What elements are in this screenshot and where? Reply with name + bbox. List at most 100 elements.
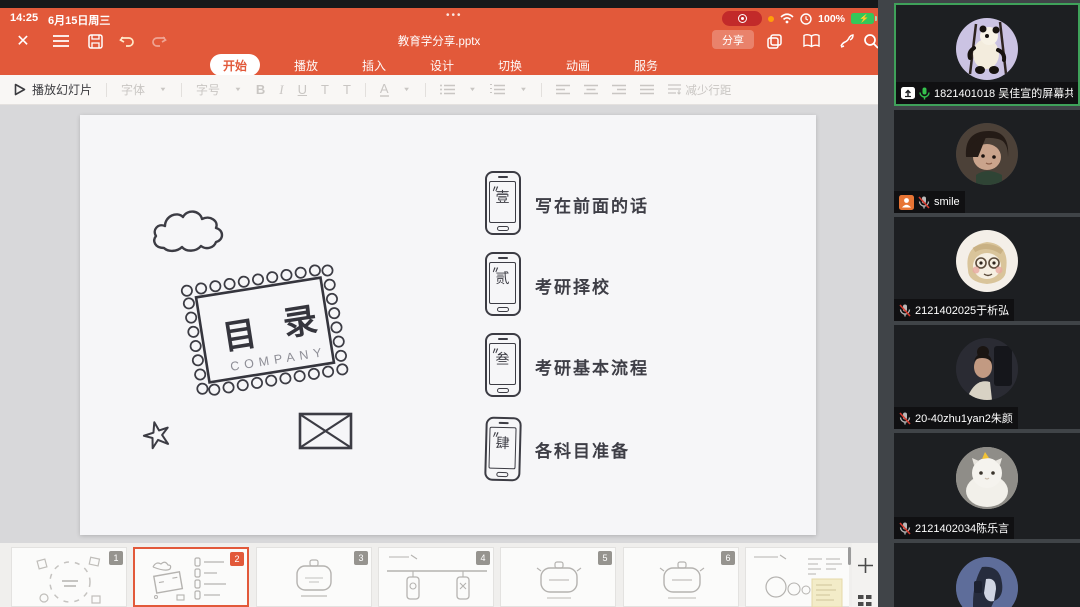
wifi-icon [780, 13, 794, 24]
slide-thumbnail-1[interactable]: 1 [11, 547, 127, 607]
toc-number: 肆 [495, 434, 510, 452]
tab-play[interactable]: 播放 [284, 55, 328, 76]
slide-sorter-icon[interactable] [858, 595, 872, 606]
envelope-doodle[interactable] [298, 411, 354, 451]
tab-service[interactable]: 服务 [624, 55, 668, 76]
add-slide-icon[interactable] [857, 557, 874, 574]
avatar [956, 447, 1018, 509]
participant-tile-1[interactable]: 1821401018 吴佳宣的屏幕共... [894, 3, 1080, 106]
phone-speaker-icon [498, 176, 508, 178]
toc-label-1[interactable]: 写在前面的话 [535, 192, 755, 217]
cloud-doodle[interactable] [150, 208, 226, 256]
mic-active-dot-icon [768, 15, 775, 22]
current-slide[interactable]: 目 录 COMPANY 〃 壹 〃 贰 〃 叁 〃 肆 写在前面的话 考研择校 … [80, 115, 816, 535]
participant-tile-4[interactable]: 20-40zhu1yan2朱颜 [894, 325, 1080, 429]
participant-tile-5[interactable]: 2121402034陈乐言 [894, 433, 1080, 539]
divider [180, 82, 182, 97]
meeting-participant-sidebar: 1821401018 吴佳宣的屏幕共... smile 2121402025于析… [878, 0, 1080, 607]
chevron-down-icon: ▼ [159, 86, 167, 93]
copy-icon[interactable] [763, 30, 785, 52]
top-black-strip [0, 0, 878, 8]
align-center-button[interactable] [584, 84, 599, 95]
app-ribbon: 14:25 6月15日周三 ••• 100% ⚡ ✕ 教育学分享.pptx 分享… [0, 8, 879, 76]
phone-home-button-icon [496, 306, 509, 312]
chevron-down-icon: ▼ [233, 86, 242, 93]
underline-button[interactable]: U [298, 82, 307, 97]
toc-phone-1[interactable]: 〃 壹 [485, 171, 521, 235]
avatar [956, 18, 1018, 80]
text-effect-button[interactable]: T [321, 82, 329, 97]
pen-tool-icon[interactable] [836, 30, 858, 52]
participant-name: 20-40zhu1yan2朱颜 [915, 413, 1013, 425]
toc-label-2[interactable]: 考研择校 [535, 273, 755, 298]
italic-button[interactable]: I [279, 82, 283, 98]
numbered-list-button[interactable]: ▼ [490, 84, 527, 95]
stamp-title-graphic[interactable]: 目 录 COMPANY [171, 253, 359, 408]
slide-thumbnail-7[interactable] [745, 547, 849, 607]
chevron-down-icon: ▼ [402, 86, 411, 93]
slide-number-badge: 3 [354, 551, 368, 565]
toc-number: 贰 [495, 270, 510, 286]
bold-button[interactable]: B [256, 82, 265, 97]
toc-phone-3[interactable]: 〃 叁 [485, 333, 521, 397]
bullet-list-button[interactable]: ▼ [439, 84, 476, 95]
battery-percent: 100% [818, 12, 845, 25]
play-icon [14, 83, 26, 96]
divider [364, 82, 366, 97]
participant-name: 2121402025于析弘 [915, 305, 1010, 317]
slide-thumbnail-4[interactable]: 4 [378, 547, 494, 607]
tab-home[interactable]: 开始 [209, 54, 260, 76]
participant-tile-3[interactable]: 2121402025于析弘 [894, 217, 1080, 321]
tab-transition[interactable]: 切换 [488, 55, 532, 76]
reduce-line-spacing-button[interactable]: 减少行距 [668, 82, 731, 98]
font-color-button[interactable]: A ▼ [379, 82, 411, 97]
toc-label-3[interactable]: 考研基本流程 [535, 354, 755, 379]
play-slideshow-button[interactable]: 播放幻灯片 [14, 81, 92, 98]
avatar [956, 230, 1018, 292]
phone-speaker-icon [498, 338, 508, 340]
mic-on-icon [919, 87, 930, 100]
toc-phone-4[interactable]: 〃 肆 [484, 416, 522, 482]
stamp-char2: 录 [280, 301, 320, 344]
filmstrip-scrollbar[interactable] [848, 547, 851, 565]
status-bar: 14:25 6月15日周三 ••• 100% ⚡ [0, 10, 878, 27]
slide-thumbnail-5[interactable]: 5 [500, 547, 616, 607]
record-icon [737, 14, 747, 23]
participant-name: smile [934, 196, 960, 208]
align-left-button[interactable] [556, 84, 571, 95]
participant-label: 1821401018 吴佳宣的屏幕共... [896, 82, 1078, 104]
status-icons: 100% ⚡ [722, 11, 877, 26]
star-doodle[interactable] [142, 420, 172, 450]
tab-animation[interactable]: 动画 [556, 55, 600, 76]
slide-thumbnail-3[interactable]: 3 [256, 547, 372, 607]
screen-record-indicator[interactable] [722, 11, 763, 26]
line-spacing-icon [668, 84, 682, 95]
participant-label: 2121402034陈乐言 [894, 517, 1015, 539]
avatar [956, 557, 1018, 607]
participant-tile-2[interactable]: smile [894, 110, 1080, 213]
font-family-select[interactable]: 字体 ▼ [121, 81, 167, 98]
font-size-select[interactable]: 字号 ▼ [196, 81, 242, 98]
phone-speaker-icon [498, 421, 509, 425]
align-justify-button[interactable] [640, 84, 655, 95]
slide-number-badge: 5 [598, 551, 612, 565]
tab-design[interactable]: 设计 [420, 55, 464, 76]
toc-label-4[interactable]: 各科目准备 [535, 437, 755, 462]
participant-tile-6[interactable] [894, 543, 1080, 607]
slide-thumbnail-2-active[interactable]: 2 [133, 547, 249, 607]
mic-muted-icon [899, 303, 911, 317]
read-mode-icon[interactable] [800, 30, 822, 52]
tab-insert[interactable]: 插入 [352, 55, 396, 76]
toc-phone-2[interactable]: 〃 贰 [485, 252, 521, 316]
align-right-button[interactable] [612, 84, 627, 95]
share-button[interactable]: 分享 [712, 30, 754, 49]
slide-number-badge: 1 [109, 551, 123, 565]
screen: 14:25 6月15日周三 ••• 100% ⚡ ✕ 教育学分享.pptx 分享… [0, 0, 1080, 607]
divider [106, 82, 108, 97]
stamp-char1: 目 [220, 315, 260, 358]
filmstrip-controls [848, 543, 878, 607]
phone-home-button-icon [496, 225, 509, 231]
multitask-dots-icon[interactable]: ••• [446, 10, 463, 21]
slide-thumbnail-6[interactable]: 6 [623, 547, 739, 607]
strikethrough-button[interactable]: T [343, 82, 351, 97]
